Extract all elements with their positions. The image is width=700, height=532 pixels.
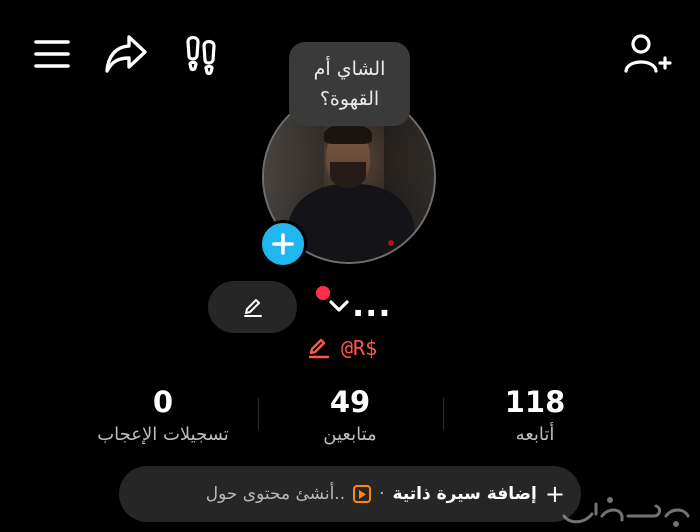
watermark-logo <box>556 494 696 528</box>
add-user-icon[interactable] <box>624 33 672 75</box>
followers-label: متابعين <box>323 424 377 445</box>
create-content-hint[interactable]: أنشئ محتوى حول.. <box>206 484 345 504</box>
following-count: 118 <box>504 385 566 419</box>
plus-icon <box>272 233 294 255</box>
share-icon[interactable] <box>103 33 149 75</box>
handle-row[interactable]: @R$ <box>307 334 377 362</box>
likes-count: 0 <box>152 385 174 419</box>
stat-likes[interactable]: 0 تسجيلات الإعجاب <box>78 384 248 450</box>
bubble-line-1: الشاي أم <box>313 58 386 80</box>
stat-following[interactable]: 118 أتابعه <box>450 384 620 450</box>
profile-name: ... <box>352 286 392 324</box>
profile-handle: @R$ <box>341 336 378 360</box>
play-icon <box>353 485 372 503</box>
edit-profile-button[interactable] <box>208 281 297 333</box>
pencil-icon <box>308 338 330 359</box>
bio-bar[interactable]: أنشئ محتوى حول.. · إضافة سيرة ذاتية + <box>119 466 581 522</box>
followers-count: 49 <box>329 385 371 419</box>
add-bio-button[interactable]: إضافة سيرة ذاتية <box>393 484 537 504</box>
bubble-line-2: القهوة؟ <box>319 88 380 110</box>
separator: · <box>379 484 385 504</box>
status-bubble[interactable]: الشاي أم القهوة؟ <box>289 42 410 126</box>
menu-icon[interactable] <box>33 38 71 70</box>
add-avatar-button[interactable] <box>259 220 307 268</box>
stat-followers[interactable]: 49 متابعين <box>265 384 435 450</box>
divider <box>258 398 259 430</box>
chevron-down-icon[interactable] <box>328 298 350 317</box>
divider <box>443 398 444 430</box>
pencil-icon <box>243 299 262 317</box>
following-label: أتابعه <box>515 424 555 445</box>
footprints-icon[interactable] <box>182 34 222 76</box>
likes-label: تسجيلات الإعجاب <box>97 424 229 445</box>
